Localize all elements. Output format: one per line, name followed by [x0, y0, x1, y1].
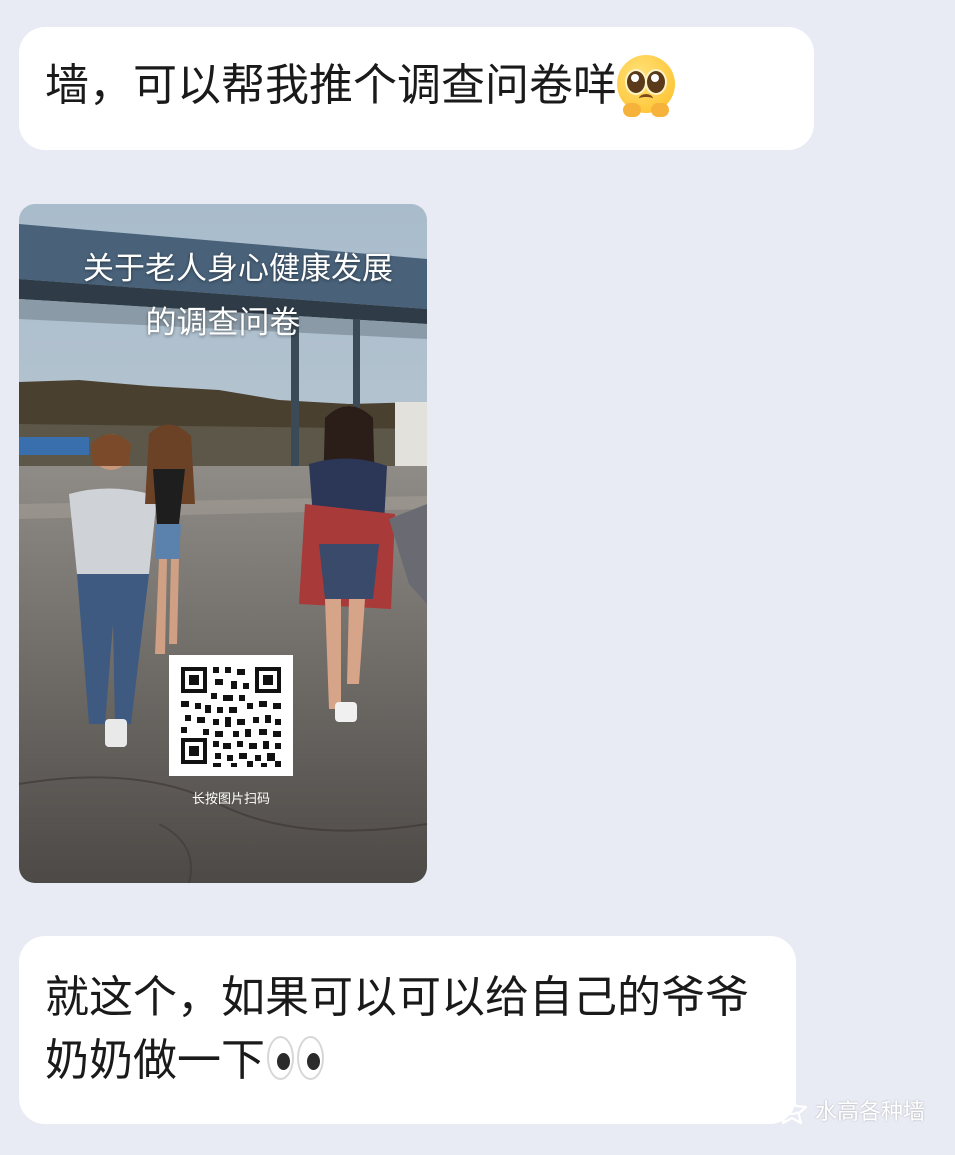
qr-caption: 长按图片扫码: [191, 792, 270, 807]
message-bubble-2[interactable]: 就这个，如果可以可以给自己的爷爷奶奶做一下: [19, 936, 796, 1124]
qr-code-pattern: [169, 655, 293, 776]
poster-title-line-2: 的调查问卷: [145, 305, 301, 341]
watermark: 水高各种墙: [775, 1094, 925, 1126]
survey-poster-image[interactable]: 关于老人身心健康发展 的调查问卷 长按图片扫码: [19, 204, 427, 883]
message-bubble-1[interactable]: 墙，可以帮我推个调查问卷咩: [19, 27, 814, 150]
watermark-text: 水高各种墙: [814, 1100, 925, 1125]
eyes-icon: [265, 1032, 327, 1086]
poster-title-line-1: 关于老人身心健康发展: [83, 251, 393, 287]
message-text: 就这个，如果可以可以给自己的爷爷奶奶做一下: [45, 972, 749, 1086]
message-text: 墙，可以帮我推个调查问卷咩: [45, 60, 617, 111]
poster-title: 关于老人身心健康发展 的调查问卷: [19, 242, 427, 350]
qr-code[interactable]: [169, 655, 293, 776]
pleading-face-icon: [617, 55, 675, 117]
star-logo-icon: [776, 1095, 808, 1125]
